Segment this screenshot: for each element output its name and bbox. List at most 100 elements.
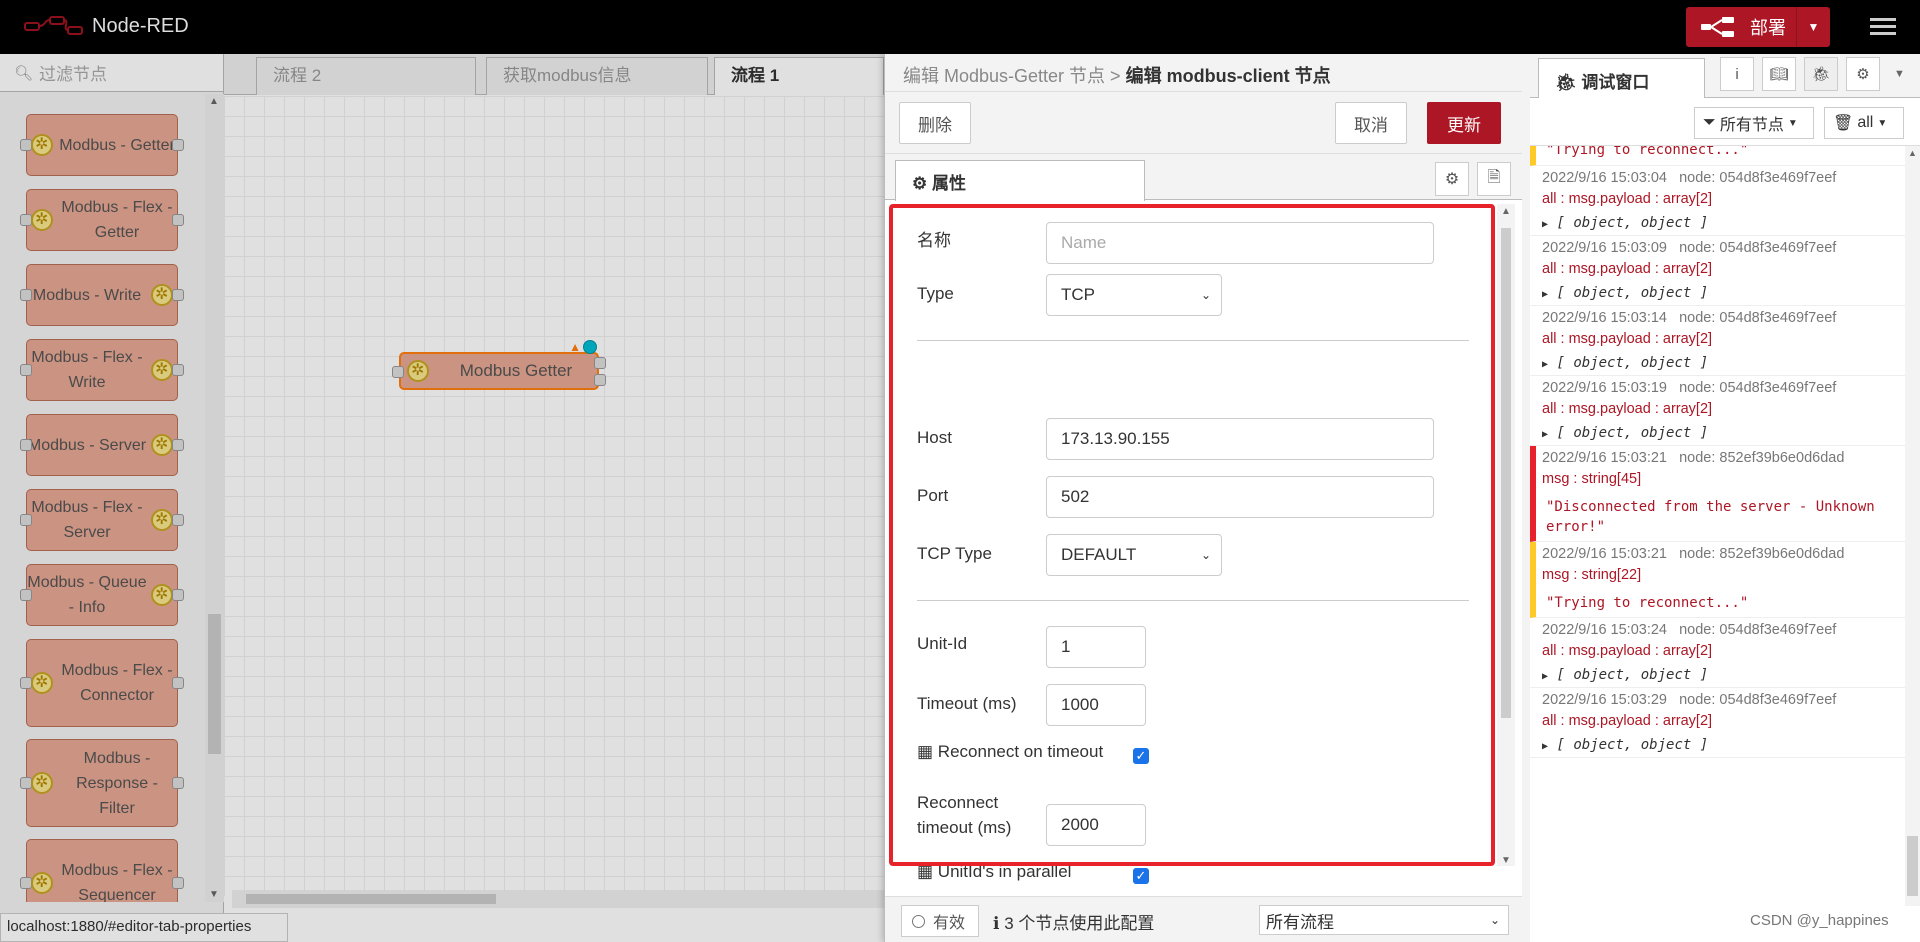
message-value[interactable]: ▶ [ object, object ] <box>1542 215 1905 231</box>
deploy-button[interactable]: 部署 ▼ <box>1686 7 1830 47</box>
expand-caret-icon[interactable]: ▶ <box>1542 289 1548 300</box>
palette-node[interactable]: Modbus - Server <box>20 414 184 476</box>
palette-node[interactable]: Modbus - Flex - Server <box>20 489 184 551</box>
node-description-button[interactable]: 🗎︎ <box>1477 162 1511 196</box>
help-tab-button[interactable]: 📖︎ <box>1762 57 1796 91</box>
output-port[interactable] <box>594 374 606 386</box>
expand-caret-icon[interactable]: ▶ <box>1542 429 1548 440</box>
workspace-canvas[interactable]: Modbus Getter ▲ <box>224 96 884 896</box>
tray-footer: 有效 ℹ 3 个节点使用此配置 所有流程 ⌄ <box>885 896 1523 942</box>
expand-caret-icon[interactable]: ▶ <box>1542 359 1548 370</box>
debug-scrollbar[interactable]: ▲ <box>1905 146 1920 906</box>
palette-node[interactable]: Modbus - Queue - Info <box>20 564 184 626</box>
palette-scrollbar[interactable]: ▲ ▼ <box>205 94 224 902</box>
scroll-down-icon[interactable]: ▼ <box>209 889 219 900</box>
usage-text: 3 个节点使用此配置 <box>1004 914 1155 933</box>
unit-id-input[interactable]: 1 <box>1046 626 1146 668</box>
message-value[interactable]: ▶ [ object, object ] <box>1542 737 1905 753</box>
reconnect-on-timeout-row: ▦ Reconnect on timeout <box>917 742 1103 762</box>
watermark: CSDN @y_happines <box>1750 912 1889 929</box>
palette-search-input[interactable]: 🔍︎ 过滤节点 <box>0 54 223 92</box>
palette-node-label: Modbus - Write <box>32 286 142 304</box>
enabled-toggle[interactable]: 有效 <box>901 905 979 937</box>
flow-node-modbus-getter[interactable]: Modbus Getter ▲ <box>392 340 606 390</box>
clear-messages-button[interactable]: 🗑︎ all ▼ <box>1824 107 1904 139</box>
timeout-input[interactable]: 1000 <box>1046 684 1146 726</box>
tab-properties[interactable]: ⚙ 属性 <box>895 160 1145 201</box>
input-port[interactable] <box>392 366 404 378</box>
workspace-horizontal-scrollbar[interactable] <box>232 890 884 908</box>
palette-node[interactable]: Modbus - Getter <box>20 114 184 176</box>
filter-nodes-button[interactable]: ⏷ 所有节点 ▼ <box>1694 107 1814 139</box>
message-topic: all : msg.payload : array[2] <box>1542 643 1713 659</box>
cancel-button[interactable]: 取消 <box>1335 102 1407 144</box>
port-input[interactable]: 502 <box>1046 476 1434 518</box>
message-value: "Trying to reconnect..." <box>1546 146 1749 158</box>
scroll-up-icon[interactable]: ▲ <box>1908 148 1917 158</box>
gear-icon: ⚙ <box>912 174 928 193</box>
message-value[interactable]: ▶ [ object, object ] <box>1542 667 1905 683</box>
unitids-parallel-checkbox[interactable]: ✓ <box>1133 868 1149 884</box>
update-button[interactable]: 更新 <box>1427 102 1501 144</box>
message-node[interactable]: node: 054d8f3e469f7eef <box>1679 622 1836 638</box>
config-tab-button[interactable]: ⚙ <box>1846 57 1880 91</box>
scroll-down-icon[interactable]: ▼ <box>1501 855 1511 866</box>
delete-button[interactable]: 删除 <box>899 102 971 144</box>
tab-flow-1[interactable]: 流程 1 <box>714 57 884 95</box>
reconnect-timeout-input[interactable]: 2000 <box>1046 804 1146 846</box>
breadcrumb-parent[interactable]: 编辑 Modbus-Getter 节点 > <box>903 66 1121 86</box>
main-menu-icon[interactable] <box>1870 14 1896 39</box>
message-node[interactable]: node: 054d8f3e469f7eef <box>1679 170 1836 186</box>
sidebar-tabs: 🐞︎ 调试窗口 i 📖︎ 🐞︎ ⚙ ▼ <box>1530 54 1920 99</box>
palette-node[interactable]: Modbus - Response - Filter <box>20 739 184 827</box>
expand-caret-icon[interactable]: ▶ <box>1542 671 1548 682</box>
info-tab-button[interactable]: i <box>1720 57 1754 91</box>
palette-node[interactable]: Modbus - Flex - Connector <box>20 639 184 727</box>
message-value[interactable]: ▶ [ object, object ] <box>1542 285 1905 301</box>
palette-node-label: Modbus - Queue - Info <box>27 574 147 616</box>
message-node[interactable]: node: 054d8f3e469f7eef <box>1679 240 1836 256</box>
message-node[interactable]: node: 054d8f3e469f7eef <box>1679 310 1836 326</box>
tray-tabs: ⚙ 属性 ⚙ 🗎︎ <box>885 154 1523 201</box>
message-time: 2022/9/16 15:03:21 <box>1542 450 1667 466</box>
message-value[interactable]: ▶ [ object, object ] <box>1542 425 1905 441</box>
debug-message-error: 2022/9/16 15:03:21 node: 852ef39b6e0d6da… <box>1530 446 1905 542</box>
output-port[interactable] <box>594 357 606 369</box>
reconnect-timeout-label: Reconnect timeout (ms) <box>917 790 1011 840</box>
message-node[interactable]: node: 852ef39b6e0d6dad <box>1679 546 1844 562</box>
message-node[interactable]: node: 852ef39b6e0d6dad <box>1679 450 1844 466</box>
message-node[interactable]: node: 054d8f3e469f7eef <box>1679 692 1836 708</box>
palette-node[interactable]: Modbus - Write <box>20 264 184 326</box>
node-settings-button[interactable]: ⚙ <box>1435 162 1469 196</box>
tray-scrollbar[interactable]: ▲ ▼ <box>1497 204 1515 866</box>
expand-caret-icon[interactable]: ▶ <box>1542 219 1548 230</box>
gear-icon: ⚙ <box>1444 171 1460 188</box>
grid-icon: ▦ <box>917 862 934 881</box>
scroll-up-icon[interactable]: ▲ <box>209 96 219 107</box>
modbus-node-icon <box>151 509 173 531</box>
message-node[interactable]: node: 054d8f3e469f7eef <box>1679 380 1836 396</box>
message-value[interactable]: ▶ [ object, object ] <box>1542 355 1905 371</box>
divider <box>917 340 1469 341</box>
host-input[interactable]: 173.13.90.155 <box>1046 418 1434 460</box>
deploy-dropdown[interactable]: ▼ <box>1796 7 1830 47</box>
scroll-up-icon[interactable]: ▲ <box>1501 206 1511 217</box>
palette-node[interactable]: Modbus - Flex - Sequencer <box>20 839 184 902</box>
palette-node[interactable]: Modbus - Flex - Write <box>20 339 184 401</box>
status-url: localhost:1880/#editor-tab-properties <box>0 913 288 942</box>
tab-debug[interactable]: 🐞︎ 调试窗口 <box>1538 58 1705 99</box>
message-value-text: [ object, object ] <box>1556 215 1709 231</box>
reconnect-on-timeout-checkbox[interactable]: ✓ <box>1133 748 1149 764</box>
tab-flow-2[interactable]: 流程 2 <box>256 57 476 95</box>
deploy-main[interactable]: 部署 <box>1686 7 1796 47</box>
name-input[interactable]: Name <box>1046 222 1434 264</box>
tcp-type-select[interactable]: DEFAULT ⌄ <box>1046 534 1222 576</box>
node-red-logo-icon <box>24 16 83 35</box>
caret-down-icon[interactable]: ▼ <box>1894 68 1905 80</box>
palette-node[interactable]: Modbus - Flex - Getter <box>20 189 184 251</box>
scope-select[interactable]: 所有流程 ⌄ <box>1259 905 1509 935</box>
expand-caret-icon[interactable]: ▶ <box>1542 741 1548 752</box>
tab-get-modbus-info[interactable]: 获取modbus信息 <box>486 57 708 95</box>
debug-tab-button[interactable]: 🐞︎ <box>1804 57 1838 91</box>
type-select[interactable]: TCP ⌄ <box>1046 274 1222 316</box>
